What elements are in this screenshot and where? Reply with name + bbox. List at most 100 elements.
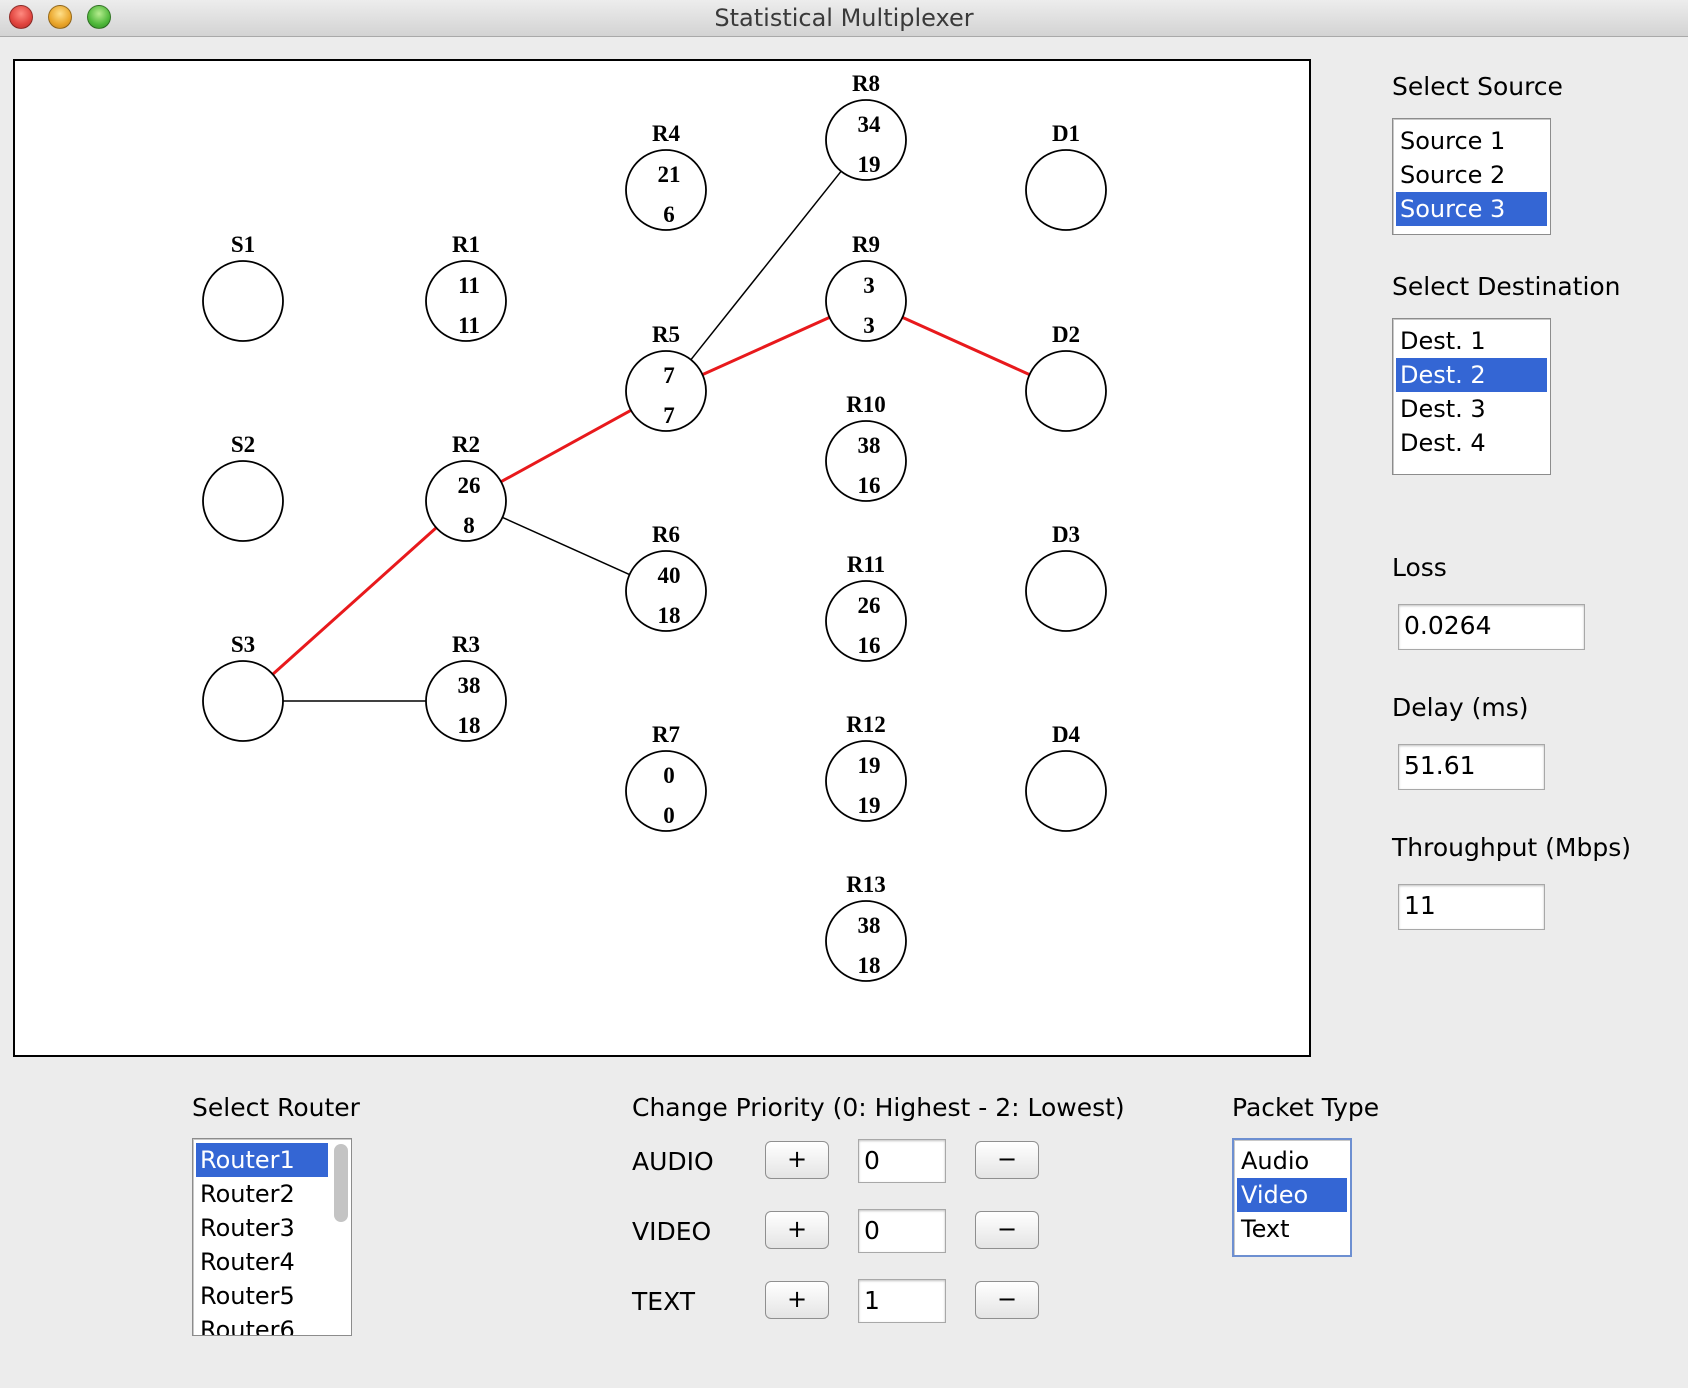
packet-type-item-3[interactable]: Text bbox=[1237, 1212, 1347, 1246]
node-s3[interactable]: S3 bbox=[202, 632, 284, 742]
delay-label: Delay (ms) bbox=[1392, 693, 1529, 722]
source-listbox[interactable]: Source 1 Source 2 Source 3 bbox=[1392, 118, 1551, 235]
video-increase-priority-button[interactable]: + bbox=[765, 1211, 829, 1249]
loss-label: Loss bbox=[1392, 553, 1447, 582]
source-list-item-1[interactable]: Source 1 bbox=[1396, 124, 1547, 158]
text-priority-label: TEXT bbox=[632, 1287, 696, 1316]
router-list-item-1[interactable]: Router1 bbox=[196, 1143, 328, 1177]
router-list-scrollbar[interactable] bbox=[334, 1144, 348, 1330]
node-d3[interactable]: D3 bbox=[1025, 522, 1107, 632]
source-list-item-3[interactable]: Source 3 bbox=[1396, 192, 1547, 226]
node-bottom-value: 18 bbox=[458, 713, 481, 738]
node-top-value: 38 bbox=[458, 673, 481, 698]
audio-increase-priority-button[interactable]: + bbox=[765, 1141, 829, 1179]
destination-list-item-4[interactable]: Dest. 4 bbox=[1396, 426, 1547, 460]
video-decrease-priority-button[interactable]: − bbox=[975, 1211, 1039, 1249]
node-label: S1 bbox=[231, 232, 255, 257]
destination-listbox[interactable]: Dest. 1 Dest. 2 Dest. 3 Dest. 4 bbox=[1392, 318, 1551, 475]
video-priority-field[interactable]: 0 bbox=[858, 1209, 946, 1253]
router-listbox[interactable]: Router1 Router2 Router3 Router4 Router5 Route… bbox=[192, 1138, 352, 1336]
node-r12[interactable]: R12 19 19 bbox=[825, 712, 907, 822]
node-label: R4 bbox=[652, 121, 681, 146]
throughput-label: Throughput (Mbps) bbox=[1392, 833, 1632, 862]
node-bottom-value: 7 bbox=[663, 403, 675, 428]
packet-type-listbox[interactable]: Audio Video Text bbox=[1232, 1138, 1352, 1257]
node-label: R6 bbox=[652, 522, 680, 547]
node-top-value: 21 bbox=[658, 162, 681, 187]
node-s1[interactable]: S1 bbox=[202, 232, 284, 342]
packet-type-item-2[interactable]: Video bbox=[1237, 1178, 1347, 1212]
router-list-item-2[interactable]: Router2 bbox=[196, 1177, 328, 1211]
node-bottom-value: 8 bbox=[463, 513, 475, 538]
audio-priority-label: AUDIO bbox=[632, 1147, 714, 1176]
node-top-value: 0 bbox=[663, 763, 675, 788]
node-bottom-value: 16 bbox=[858, 473, 881, 498]
node-r4[interactable]: R4 21 6 bbox=[625, 121, 707, 231]
destination-list-item-3[interactable]: Dest. 3 bbox=[1396, 392, 1547, 426]
node-r10[interactable]: R10 38 16 bbox=[825, 392, 907, 502]
network-canvas: S1 S2 S3 R1 11 11 R2 26 8 R3 38 18 R4 21 6 R5 7 7 R6 40 18 R7… bbox=[13, 59, 1311, 1057]
router-list-scroll-thumb[interactable] bbox=[334, 1144, 348, 1222]
node-top-value: 26 bbox=[858, 593, 881, 618]
node-d1[interactable]: D1 bbox=[1025, 121, 1107, 231]
text-priority-field[interactable]: 1 bbox=[858, 1279, 946, 1323]
window-title: Statistical Multiplexer bbox=[714, 4, 974, 32]
node-top-value: 3 bbox=[863, 273, 875, 298]
node-circle[interactable] bbox=[202, 660, 284, 742]
router-list-item-6[interactable]: Router6 bbox=[196, 1313, 328, 1335]
node-label: R5 bbox=[652, 322, 680, 347]
node-r9[interactable]: R9 3 3 bbox=[825, 232, 907, 342]
node-circle[interactable] bbox=[1025, 350, 1107, 432]
router-list-item-5[interactable]: Router5 bbox=[196, 1279, 328, 1313]
select-source-label: Select Source bbox=[1392, 72, 1563, 101]
delay-field[interactable]: 51.61 bbox=[1398, 744, 1545, 790]
node-top-value: 26 bbox=[458, 473, 481, 498]
node-bottom-value: 3 bbox=[863, 313, 875, 338]
node-r11[interactable]: R11 26 16 bbox=[825, 552, 907, 662]
link-r5-r9-active bbox=[701, 316, 831, 376]
node-r1[interactable]: R1 11 11 bbox=[425, 232, 507, 342]
node-circle[interactable] bbox=[1025, 550, 1107, 632]
title-bar: Statistical Multiplexer bbox=[0, 0, 1688, 37]
node-r7[interactable]: R7 0 0 bbox=[625, 722, 707, 832]
router-list-item-3[interactable]: Router3 bbox=[196, 1211, 328, 1245]
node-r5[interactable]: R5 7 7 bbox=[625, 322, 707, 432]
node-d4[interactable]: D4 bbox=[1025, 722, 1107, 832]
text-decrease-priority-button[interactable]: − bbox=[975, 1281, 1039, 1319]
node-top-value: 38 bbox=[858, 433, 881, 458]
node-label: D3 bbox=[1052, 522, 1080, 547]
throughput-field[interactable]: 11 bbox=[1398, 884, 1545, 930]
destination-list-item-2[interactable]: Dest. 2 bbox=[1396, 358, 1547, 392]
node-r6[interactable]: R6 40 18 bbox=[625, 522, 707, 632]
loss-field[interactable]: 0.0264 bbox=[1398, 604, 1585, 650]
node-r8[interactable]: R8 34 19 bbox=[825, 71, 907, 181]
audio-decrease-priority-button[interactable]: − bbox=[975, 1141, 1039, 1179]
packet-type-item-1[interactable]: Audio bbox=[1237, 1144, 1347, 1178]
node-d2[interactable]: D2 bbox=[1025, 322, 1107, 432]
link-r9-d2-active bbox=[901, 316, 1031, 376]
text-increase-priority-button[interactable]: + bbox=[765, 1281, 829, 1319]
source-list-item-2[interactable]: Source 2 bbox=[1396, 158, 1547, 192]
node-circle[interactable] bbox=[1025, 750, 1107, 832]
node-top-value: 11 bbox=[458, 273, 480, 298]
node-bottom-value: 18 bbox=[858, 953, 881, 978]
router-list-item-4[interactable]: Router4 bbox=[196, 1245, 328, 1279]
node-label: R2 bbox=[452, 432, 480, 457]
node-r2[interactable]: R2 26 8 bbox=[425, 432, 507, 542]
node-bottom-value: 16 bbox=[858, 633, 881, 658]
audio-priority-field[interactable]: 0 bbox=[858, 1139, 946, 1183]
node-label: R3 bbox=[452, 632, 480, 657]
node-r13[interactable]: R13 38 18 bbox=[825, 872, 907, 982]
network-diagram: S1 S2 S3 R1 11 11 R2 26 8 R3 38 18 R4 21 6 R5 7 7 R6 40 18 R7… bbox=[202, 71, 1107, 982]
node-circle[interactable] bbox=[1025, 149, 1107, 231]
destination-list-item-1[interactable]: Dest. 1 bbox=[1396, 324, 1547, 358]
node-circle[interactable] bbox=[202, 260, 284, 342]
node-r3[interactable]: R3 38 18 bbox=[425, 632, 507, 742]
node-label: D4 bbox=[1052, 722, 1081, 747]
link-r2-r5-active bbox=[500, 408, 632, 484]
node-bottom-value: 19 bbox=[858, 793, 881, 818]
node-label: R13 bbox=[846, 872, 886, 897]
node-circle[interactable] bbox=[202, 460, 284, 542]
node-s2[interactable]: S2 bbox=[202, 432, 284, 542]
node-top-value: 34 bbox=[858, 112, 882, 137]
